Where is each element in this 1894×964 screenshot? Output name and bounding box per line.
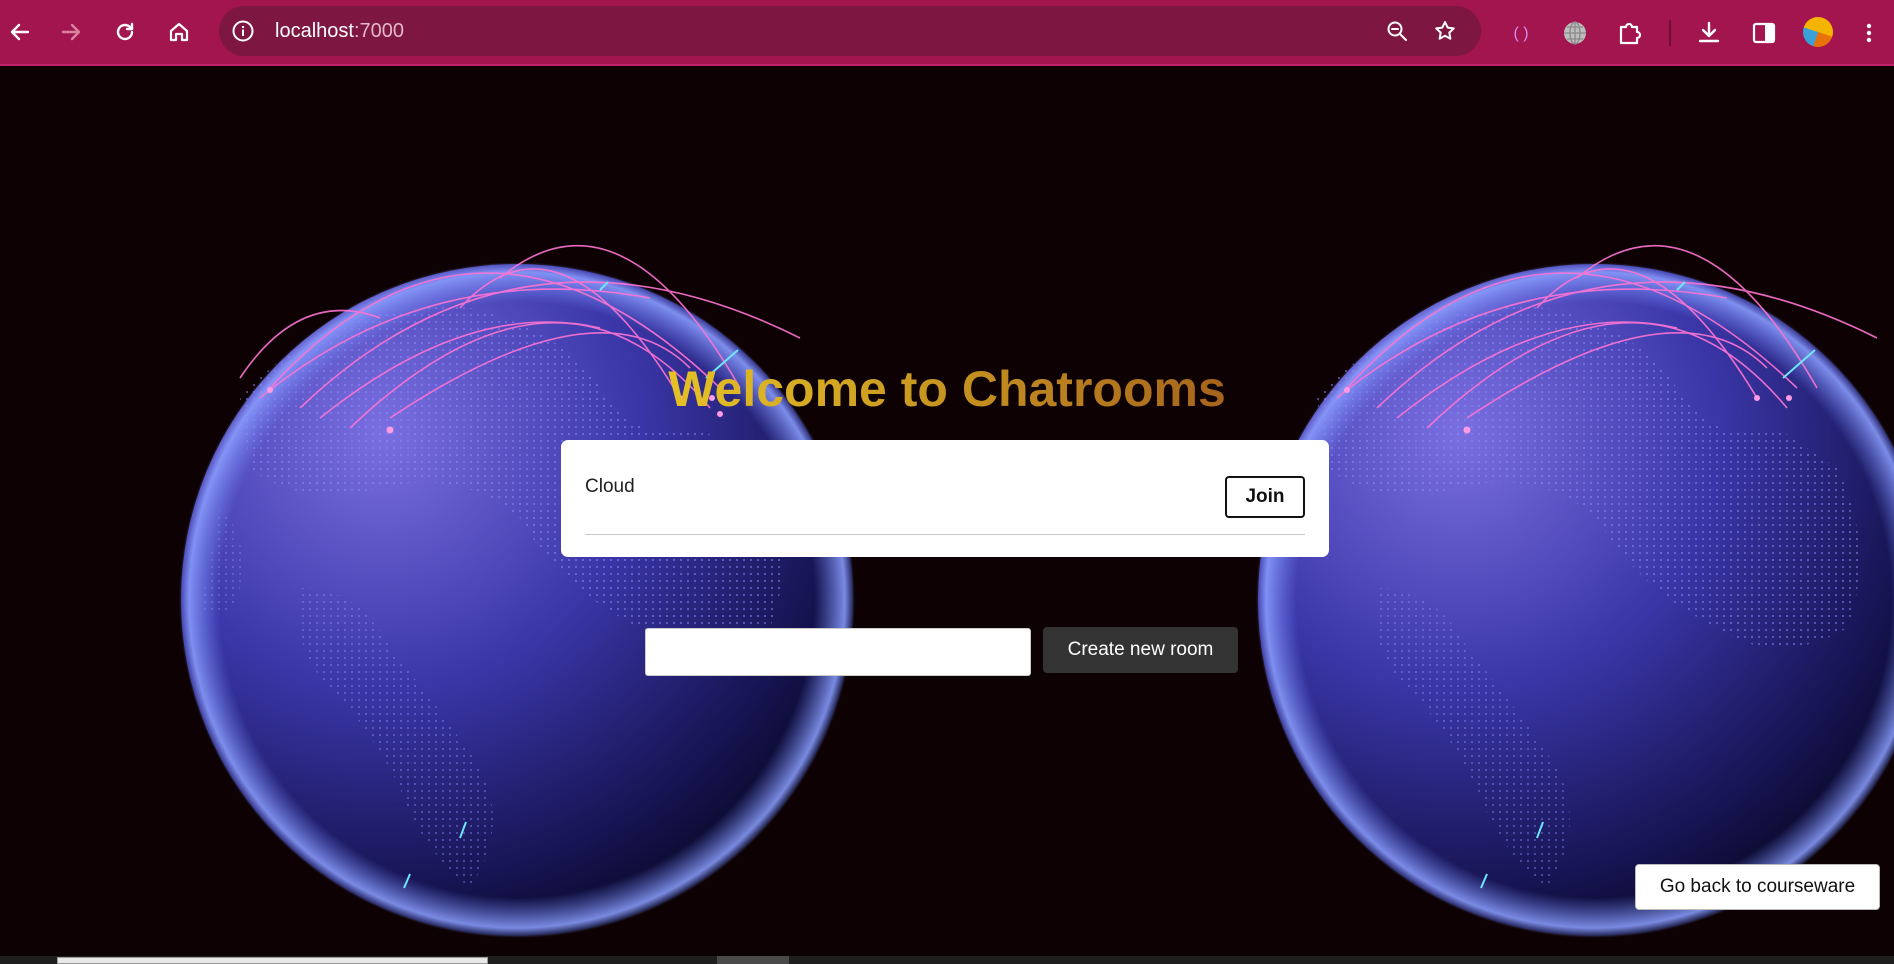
left-globe [179, 244, 855, 938]
go-back-courseware-button[interactable]: Go back to courseware [1635, 864, 1880, 910]
url-port: :7000 [353, 20, 404, 42]
more-menu-icon[interactable] [1855, 19, 1883, 47]
svg-text:( ): ( ) [1513, 25, 1528, 42]
new-room-name-input[interactable] [645, 628, 1031, 676]
bottom-panel-thumb [57, 957, 488, 964]
side-panel-icon[interactable] [1750, 19, 1778, 47]
forward-button[interactable] [53, 14, 89, 50]
back-button[interactable] [2, 14, 38, 50]
url-text[interactable]: localhost:7000 [275, 19, 404, 43]
puzzle-extensions-icon[interactable] [1616, 19, 1644, 47]
browser-toolbar: localhost:7000 ( ) [0, 0, 1894, 66]
reload-icon [116, 22, 134, 41]
forward-arrow-icon [61, 23, 81, 41]
home-icon [169, 22, 189, 42]
zoom-out-icon[interactable] [1385, 19, 1409, 43]
page-content: Welcome to Chatrooms Cloud Join Create n… [0, 68, 1894, 964]
list-item: Cloud Join [585, 440, 1305, 535]
rooms-list-card: Cloud Join [561, 440, 1329, 557]
bottom-scroll-handle[interactable] [717, 956, 789, 964]
toolbar-divider [1669, 20, 1671, 46]
room-name: Cloud [585, 476, 635, 497]
create-room-button[interactable]: Create new room [1043, 627, 1238, 673]
download-icon[interactable] [1695, 19, 1723, 47]
profile-avatar[interactable] [1803, 17, 1833, 47]
globe-extension-icon[interactable] [1561, 19, 1589, 47]
url-host: localhost [275, 20, 354, 42]
extension-parens-icon[interactable]: ( ) [1507, 19, 1535, 47]
reload-button[interactable] [107, 14, 143, 50]
address-bar[interactable]: localhost:7000 [219, 6, 1481, 56]
site-info-icon[interactable] [231, 19, 255, 43]
home-button[interactable] [161, 14, 197, 50]
page-title: Welcome to Chatrooms [0, 360, 1894, 418]
bookmark-star-icon[interactable] [1433, 19, 1457, 43]
back-arrow-icon [10, 23, 30, 41]
right-globe [1256, 244, 1894, 938]
join-room-button[interactable]: Join [1225, 476, 1305, 518]
